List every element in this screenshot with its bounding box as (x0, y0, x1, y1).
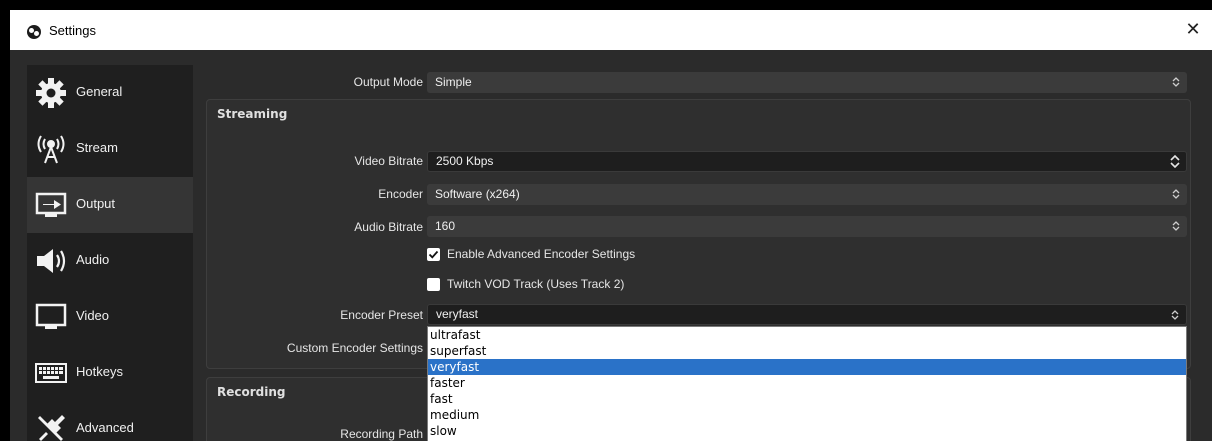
twitch-vod-track-checkbox[interactable]: Twitch VOD Track (Uses Track 2) (427, 277, 624, 291)
video-bitrate-label: Video Bitrate (354, 154, 424, 168)
updown-arrows-icon (1172, 221, 1180, 231)
monitor-icon (33, 299, 69, 335)
encoder-preset-label: Encoder Preset (340, 308, 423, 322)
preset-option-ultrafast[interactable]: ultrafast (428, 327, 1186, 343)
updown-arrows-icon (1171, 310, 1179, 320)
sidebar-item-hotkeys[interactable]: Hotkeys (27, 345, 193, 401)
encoder-value: Software (x264) (435, 187, 520, 201)
encoder-label: Encoder (378, 187, 423, 201)
gear-icon (33, 75, 69, 111)
checkbox-checked[interactable] (427, 247, 440, 261)
audio-bitrate-label: Audio Bitrate (354, 220, 423, 234)
monitor-output-icon (33, 187, 69, 223)
speaker-icon (33, 243, 69, 279)
encoder-preset-value: veryfast (436, 307, 479, 321)
sidebar-item-label: Stream (76, 140, 118, 155)
sidebar-item-label: Advanced (76, 420, 134, 435)
output-mode-select[interactable]: Simple (427, 72, 1187, 93)
sidebar-item-label: General (76, 84, 123, 99)
output-mode-value: Simple (435, 75, 472, 89)
tools-icon (33, 411, 69, 441)
sidebar-item-advanced[interactable]: Advanced (27, 401, 193, 441)
checkbox-unchecked[interactable] (427, 277, 440, 291)
sidebar-item-output[interactable]: Output (27, 177, 193, 233)
spinbox-arrows-icon[interactable] (1168, 154, 1182, 168)
recording-group-title: Recording (217, 385, 286, 399)
output-mode-label: Output Mode (353, 75, 423, 89)
preset-option-medium[interactable]: medium (428, 407, 1186, 423)
close-button[interactable]: ✕ (1182, 19, 1204, 41)
sidebar-item-label: Audio (76, 252, 110, 267)
keyboard-icon (33, 355, 69, 391)
encoder-preset-select[interactable]: veryfast (427, 304, 1187, 325)
sidebar-item-video[interactable]: Video (27, 289, 193, 345)
audio-bitrate-select[interactable]: 160 (427, 216, 1187, 237)
audio-bitrate-value: 160 (435, 219, 456, 233)
preset-option-veryfast[interactable]: veryfast (428, 359, 1186, 375)
updown-arrows-icon (1172, 189, 1180, 199)
title-bar: Settings ✕ (10, 10, 1212, 50)
streaming-group-title: Streaming (217, 107, 288, 121)
window-title: Settings (49, 23, 96, 38)
video-bitrate-value: 2500 Kbps (436, 154, 494, 168)
sidebar-item-label: Video (76, 308, 110, 323)
sidebar-item-label: Output (76, 196, 116, 211)
broadcast-antenna-icon (33, 131, 69, 167)
twitch-vod-track-label: Twitch VOD Track (Uses Track 2) (447, 277, 625, 291)
settings-window: Settings ✕ General Stream Output Audio V… (10, 10, 1212, 441)
sidebar-item-label: Hotkeys (76, 364, 123, 379)
preset-option-slow[interactable]: slow (428, 423, 1186, 439)
custom-encoder-settings-label: Custom Encoder Settings (286, 341, 423, 355)
sidebar-item-stream[interactable]: Stream (27, 121, 193, 177)
settings-sidebar: General Stream Output Audio Video Hotkey… (27, 65, 193, 441)
encoder-select[interactable]: Software (x264) (427, 184, 1187, 205)
output-settings-panel: Output Mode Simple Streaming Video Bitra… (193, 65, 1203, 441)
updown-arrows-icon (1172, 77, 1180, 87)
preset-option-fast[interactable]: fast (428, 391, 1186, 407)
preset-option-faster[interactable]: faster (428, 375, 1186, 391)
recording-path-label: Recording Path (340, 427, 423, 441)
enable-advanced-encoder-label: Enable Advanced Encoder Settings (447, 247, 636, 261)
checkmark-icon (428, 250, 439, 259)
preset-option-superfast[interactable]: superfast (428, 343, 1186, 359)
close-icon: ✕ (1185, 19, 1201, 40)
sidebar-item-audio[interactable]: Audio (27, 233, 193, 289)
obs-logo-icon (27, 25, 41, 39)
video-bitrate-spinbox[interactable]: 2500 Kbps (427, 151, 1187, 172)
encoder-preset-dropdown-list: ultrafast superfast veryfast faster fast… (427, 326, 1187, 441)
sidebar-item-general[interactable]: General (27, 65, 193, 121)
enable-advanced-encoder-checkbox[interactable]: Enable Advanced Encoder Settings (427, 247, 635, 261)
